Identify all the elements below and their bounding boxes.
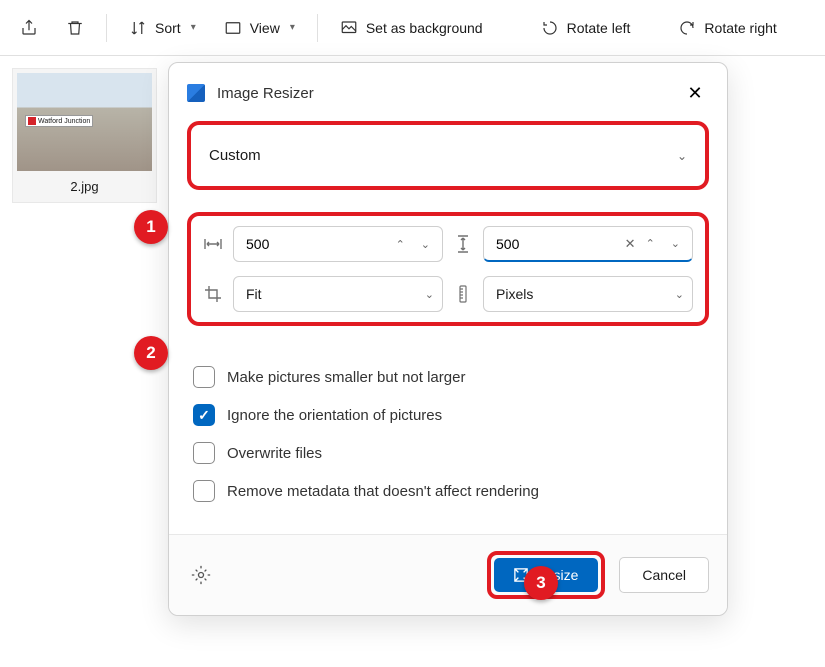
set-background-label: Set as background	[366, 20, 483, 36]
ruler-icon	[453, 284, 473, 304]
close-icon: ✕	[687, 83, 702, 104]
chevron-down-icon: ⌄	[675, 288, 684, 301]
dialog-header: Image Resizer ✕	[169, 63, 727, 121]
cancel-button[interactable]: Cancel	[619, 557, 709, 593]
annotation-badge-2: 2	[134, 336, 168, 370]
chevron-down-icon: ▾	[191, 22, 196, 33]
cancel-button-label: Cancel	[642, 567, 686, 583]
rotate-right-button[interactable]: Rotate right	[666, 11, 788, 45]
sort-label: Sort	[155, 20, 181, 36]
share-icon	[20, 19, 38, 37]
thumbnail-sign: Watford Junction	[25, 115, 93, 127]
option-label: Overwrite files	[227, 445, 322, 462]
chevron-down-icon: ▾	[290, 22, 295, 33]
gear-icon	[191, 565, 211, 585]
share-button[interactable]	[8, 11, 50, 45]
delete-button[interactable]	[54, 11, 96, 45]
view-icon	[224, 19, 242, 37]
thumbnail-image: Watford Junction	[17, 73, 152, 171]
rotate-right-label: Rotate right	[704, 20, 776, 36]
dialog-title: Image Resizer	[217, 85, 669, 102]
background-icon	[340, 19, 358, 37]
height-field[interactable]	[496, 236, 619, 252]
chevron-down-icon: ⌄	[425, 288, 434, 301]
width-down-icon[interactable]: ⌄	[417, 236, 434, 253]
option-label: Ignore the orientation of pictures	[227, 407, 442, 424]
fit-row: Fit ⌄ Pixels ⌄	[203, 276, 693, 312]
chevron-down-icon: ⌄	[677, 149, 687, 163]
thumbnail-column: Watford Junction 2.jpg	[0, 68, 165, 203]
preset-label: Custom	[209, 147, 261, 164]
crop-icon	[203, 284, 223, 304]
checkbox-ignore-orientation[interactable]	[193, 404, 215, 426]
file-thumbnail[interactable]: Watford Junction 2.jpg	[12, 68, 157, 203]
toolbar-divider	[106, 14, 107, 42]
size-row: ⌃ ⌄ ✕ ⌃ ⌄	[203, 226, 693, 262]
annotation-badge-1: 1	[134, 210, 168, 244]
width-input[interactable]: ⌃ ⌄	[233, 226, 443, 262]
height-down-icon[interactable]: ⌄	[667, 235, 684, 252]
height-up-icon[interactable]: ⌃	[642, 235, 659, 252]
trash-icon	[66, 19, 84, 37]
dimensions-panel: ⌃ ⌄ ✕ ⌃ ⌄	[187, 212, 709, 326]
option-label: Make pictures smaller but not larger	[227, 369, 465, 386]
rail-logo-icon	[28, 117, 36, 125]
sort-button[interactable]: Sort ▾	[117, 11, 208, 45]
thumbnail-filename: 2.jpg	[17, 171, 152, 198]
checkbox-overwrite[interactable]	[193, 442, 215, 464]
unit-select[interactable]: Pixels ⌄	[483, 276, 693, 312]
rotate-left-icon	[541, 19, 559, 37]
fit-mode-select[interactable]: Fit ⌄	[233, 276, 443, 312]
height-icon	[453, 234, 473, 254]
preset-selector[interactable]: Custom ⌄	[187, 121, 709, 190]
view-button[interactable]: View ▾	[212, 11, 307, 45]
width-up-icon[interactable]: ⌃	[392, 236, 409, 253]
annotation-badge-3: 3	[524, 566, 558, 600]
image-resizer-dialog: Image Resizer ✕ Custom ⌄ ⌃ ⌄	[168, 62, 728, 616]
dialog-body: Custom ⌄ ⌃ ⌄	[169, 121, 727, 534]
view-label: View	[250, 20, 280, 36]
rotate-left-label: Rotate left	[567, 20, 631, 36]
height-input[interactable]: ✕ ⌃ ⌄	[483, 226, 693, 262]
image-resizer-logo-icon	[187, 84, 205, 102]
explorer-toolbar: Sort ▾ View ▾ Set as background Rotate l…	[0, 0, 825, 56]
sort-icon	[129, 19, 147, 37]
rotate-left-button[interactable]: Rotate left	[529, 11, 643, 45]
checkbox-smaller-only[interactable]	[193, 366, 215, 388]
option-ignore-orientation[interactable]: Ignore the orientation of pictures	[193, 396, 703, 434]
option-remove-metadata[interactable]: Remove metadata that doesn't affect rend…	[193, 472, 703, 510]
dialog-footer: Resize Cancel	[169, 534, 727, 615]
unit-label: Pixels	[496, 286, 675, 302]
checkbox-remove-metadata[interactable]	[193, 480, 215, 502]
fit-mode-label: Fit	[246, 286, 425, 302]
rotate-right-icon	[678, 19, 696, 37]
options-list: Make pictures smaller but not larger Ign…	[187, 354, 709, 518]
thumbnail-sign-text: Watford Junction	[38, 118, 90, 125]
toolbar-divider	[317, 14, 318, 42]
option-overwrite[interactable]: Overwrite files	[193, 434, 703, 472]
width-icon	[203, 234, 223, 254]
set-background-button[interactable]: Set as background	[328, 11, 495, 45]
clear-icon[interactable]: ✕	[619, 236, 642, 252]
option-smaller-only[interactable]: Make pictures smaller but not larger	[193, 358, 703, 396]
close-button[interactable]: ✕	[681, 79, 709, 107]
settings-button[interactable]	[187, 561, 215, 589]
option-label: Remove metadata that doesn't affect rend…	[227, 483, 539, 500]
width-field[interactable]	[246, 236, 392, 252]
